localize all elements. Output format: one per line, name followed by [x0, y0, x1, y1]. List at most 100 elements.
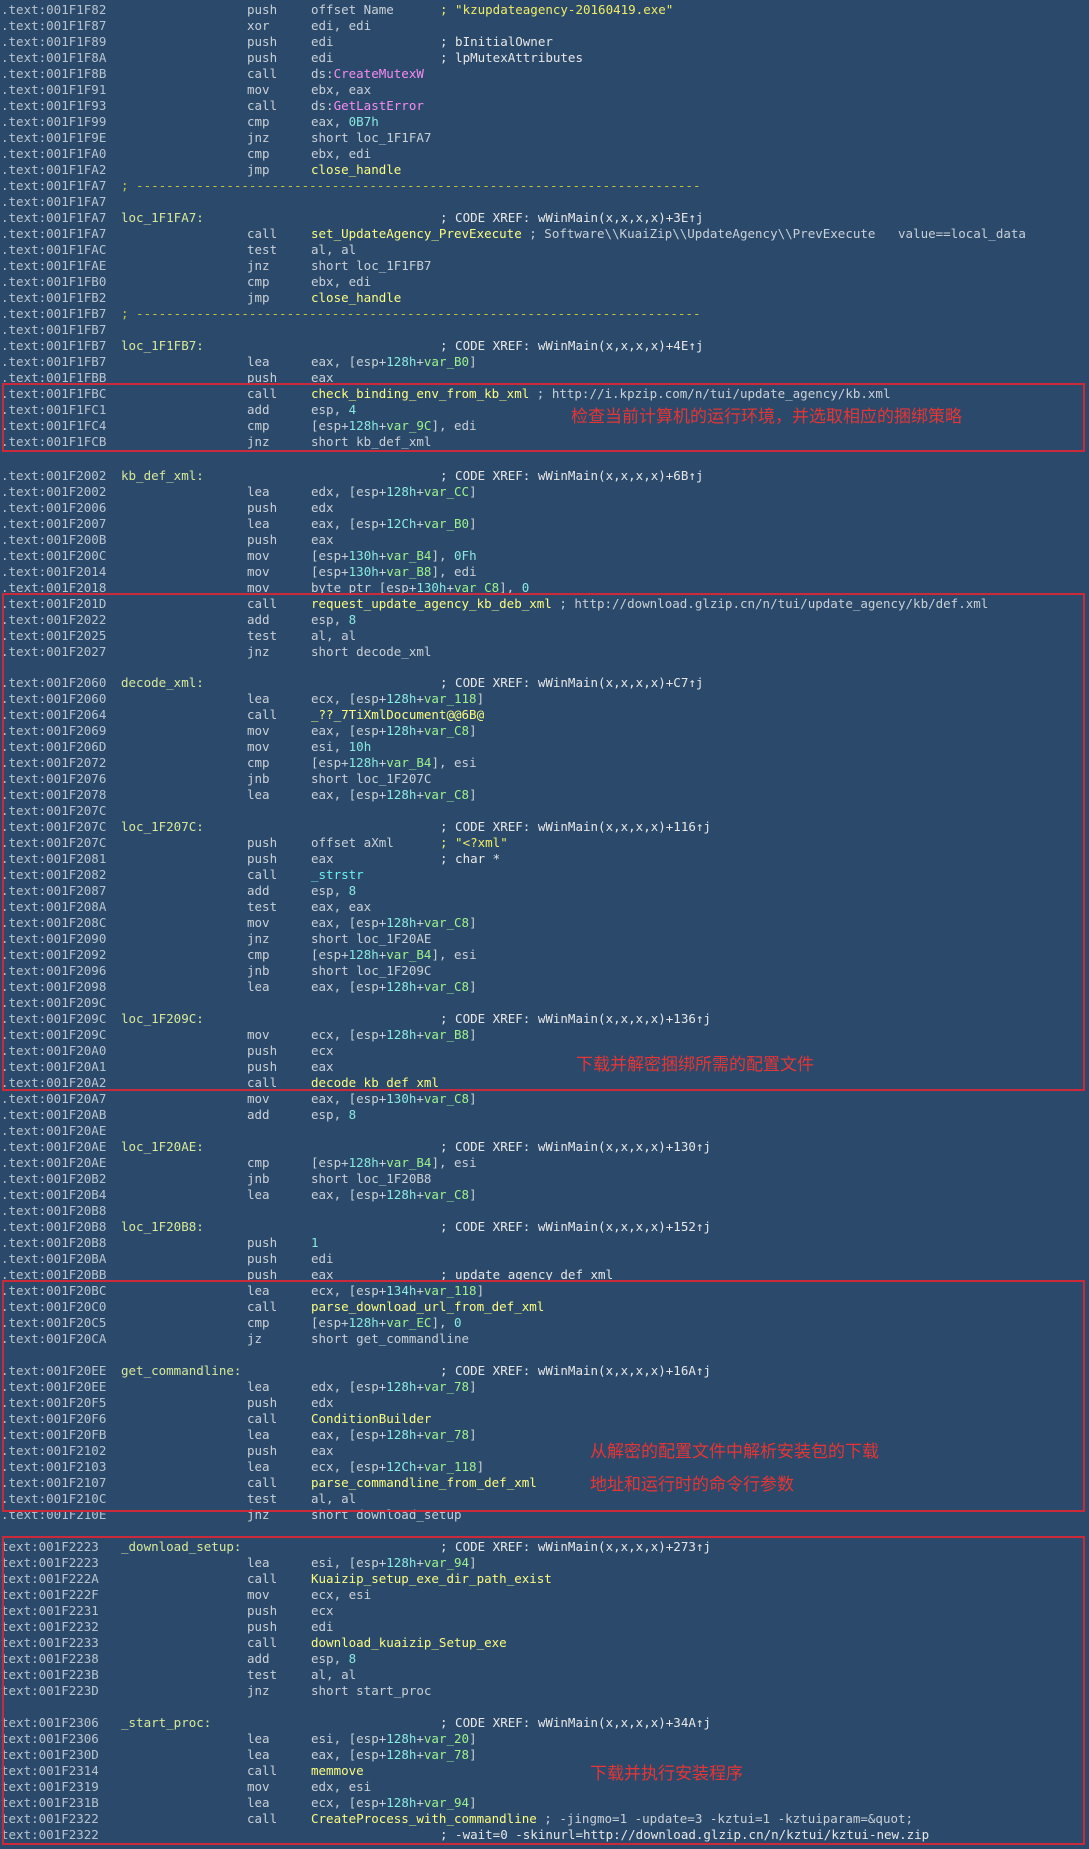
- code-label: loc_1F20AE:: [121, 1139, 204, 1154]
- separator: ; --------------------------------------…: [121, 306, 701, 321]
- token: eax, [esp+: [311, 516, 387, 531]
- mnemonic: push: [247, 500, 278, 515]
- operand: 1: [311, 1235, 319, 1251]
- mnemonic: push: [247, 34, 278, 49]
- operand: edi: [311, 1251, 334, 1267]
- operand: short loc_1F1FA7: [311, 130, 431, 146]
- address: .text:001F1FB2: [1, 290, 107, 305]
- highlight-box-parse-config: [2, 1280, 1085, 1512]
- token: ; lpMutexAttributes: [440, 50, 583, 65]
- separator: ; --------------------------------------…: [121, 178, 701, 193]
- mnemonic: call: [247, 226, 278, 241]
- code-label: loc_1F1FB7:: [121, 338, 204, 353]
- token: eax, [esp+: [311, 1187, 387, 1202]
- address: .text:001F2002: [1, 484, 107, 499]
- address: .text:001F1FB7: [1, 306, 107, 321]
- xref-comment: ; CODE XREF: wWinMain(x,x,x,x)+3E↑j: [440, 210, 704, 225]
- operand: offset Name: [311, 2, 394, 18]
- operand: edi: [311, 34, 334, 50]
- token: set_UpdateAgency_PrevExecute: [311, 226, 522, 241]
- token: [esp+: [311, 1155, 349, 1170]
- mnemonic: jmp: [247, 162, 270, 177]
- operand: ebx, edi: [311, 146, 371, 162]
- code-label: loc_1F20B8:: [121, 1219, 204, 1234]
- mnemonic: jmp: [247, 290, 270, 305]
- mnemonic: jnz: [247, 130, 270, 145]
- address: .text:001F20AE: [1, 1139, 107, 1154]
- address: .text:001F1FB0: [1, 274, 107, 289]
- address: .text:001F2002: [1, 468, 107, 483]
- address: .text:001F20AB: [1, 1107, 107, 1122]
- mnemonic: xor: [247, 18, 270, 33]
- address: .text:001F1FB7: [1, 338, 107, 353]
- operand: al, al: [311, 242, 356, 258]
- mnemonic: push: [247, 1235, 278, 1250]
- token: ]: [469, 1091, 477, 1106]
- operand: [esp+130h+var_B4], 0Fh: [311, 548, 477, 564]
- token: eax,: [311, 114, 349, 129]
- token: ; bInitialOwner: [440, 34, 553, 49]
- token: +: [416, 484, 424, 499]
- address: .text:001F1FA7: [1, 210, 107, 225]
- address: .text:001F1FB7: [1, 354, 107, 369]
- xref-comment: ; CODE XREF: wWinMain(x,x,x,x)+4E↑j: [440, 338, 704, 353]
- address: .text:001F2014: [1, 564, 107, 579]
- operand: close_handle: [311, 290, 401, 306]
- code-label: kb_def_xml:: [121, 468, 204, 483]
- code-label: loc_1F1FA7:: [121, 210, 204, 225]
- operand: eax, [esp+130h+var_C8]: [311, 1091, 477, 1107]
- address: .text:001F2006: [1, 500, 107, 515]
- mnemonic: mov: [247, 548, 270, 563]
- token: ], esi: [431, 1155, 477, 1170]
- address: .text:001F1FB7: [1, 322, 107, 337]
- comment: ; "kzupdateagency-20160419.exe": [440, 2, 673, 18]
- address: .text:001F20BA: [1, 1251, 107, 1266]
- token: edx: [311, 500, 334, 515]
- token: edi, edi: [311, 18, 372, 33]
- address: .text:001F1FA7: [1, 226, 107, 241]
- token: 130h: [348, 548, 379, 563]
- token: +: [416, 354, 424, 369]
- xref-comment: ; CODE XREF: wWinMain(x,x,x,x)+130↑j: [440, 1139, 711, 1154]
- address: .text:001F1F91: [1, 82, 107, 97]
- operand: [esp+130h+var_B8], edi: [311, 564, 477, 580]
- mnemonic: test: [247, 242, 278, 257]
- address: .text:001F1F99: [1, 114, 107, 129]
- address: .text:001F1F8B: [1, 66, 107, 81]
- mnemonic: lea: [247, 484, 270, 499]
- address: .text:001F1F8A: [1, 50, 107, 65]
- token: eax: [311, 532, 334, 547]
- token: var_B0: [423, 516, 470, 531]
- token: al, al: [311, 242, 357, 257]
- token: 1: [311, 1235, 319, 1250]
- token: var_C8: [423, 1091, 470, 1106]
- operand: esp, 8: [311, 1107, 356, 1123]
- token: ],: [431, 548, 455, 563]
- operand: eax, 0B7h: [311, 114, 379, 130]
- token: edi: [311, 50, 334, 65]
- mnemonic: call: [247, 98, 278, 113]
- operand: edx, [esp+128h+var_CC]: [311, 484, 477, 500]
- address: .text:001F20B8: [1, 1203, 107, 1218]
- token: var_B4: [386, 1155, 432, 1170]
- mnemonic: push: [247, 2, 278, 17]
- operand: eax, [esp+128h+var_B0]: [311, 354, 477, 370]
- mnemonic: jnz: [247, 258, 270, 273]
- operand: eax, [esp+128h+var_C8]: [311, 1187, 477, 1203]
- operand: short loc_1F1FB7: [311, 258, 431, 274]
- address: .text:001F1F82: [1, 2, 107, 17]
- token: ebx, edi: [311, 146, 372, 161]
- address: .text:001F1FAE: [1, 258, 107, 273]
- token: ]: [469, 516, 477, 531]
- address: .text:001F1F89: [1, 34, 107, 49]
- operand: ebx, edi: [311, 274, 371, 290]
- address: .text:001F200C: [1, 548, 107, 563]
- token: ds:: [311, 66, 334, 81]
- annotation-parse-config-1: 从解密的配置文件中解析安装包的下载: [590, 1442, 879, 1462]
- operand: close_handle: [311, 162, 401, 178]
- token: 0Fh: [454, 548, 477, 563]
- address: .text:001F1FA2: [1, 162, 107, 177]
- address: .text:001F200B: [1, 532, 107, 547]
- mnemonic: lea: [247, 1187, 270, 1202]
- token: +: [416, 516, 424, 531]
